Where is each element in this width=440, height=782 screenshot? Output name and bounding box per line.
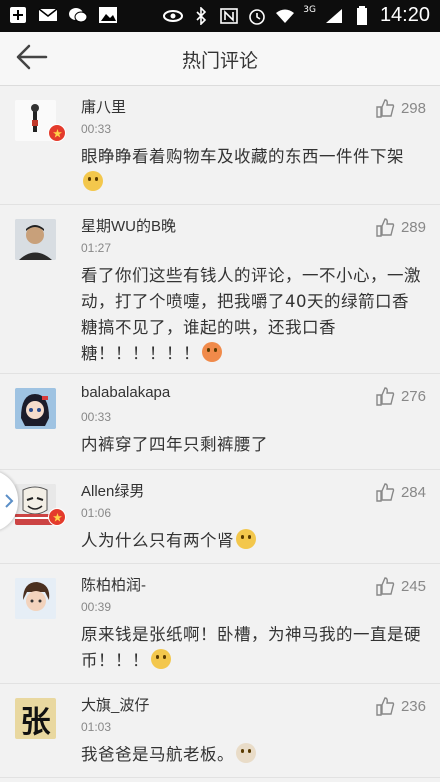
add-icon — [8, 6, 28, 24]
like-button[interactable]: 289 — [375, 217, 426, 237]
title-bar: 热门评论 — [0, 32, 440, 86]
comment-time: 00:39 — [81, 600, 112, 614]
comment-text: 人为什么只有两个肾 — [81, 528, 421, 554]
like-button[interactable]: 245 — [375, 576, 426, 596]
thumbs-up-icon — [376, 577, 395, 596]
username[interactable]: 庸八里 — [81, 96, 126, 117]
avatar-character: 张 — [20, 704, 51, 740]
like-button[interactable]: 284 — [375, 482, 426, 502]
comment-text: 内裤穿了四年只剩裤腰了 — [81, 432, 421, 458]
comment-time: 00:33 — [81, 122, 112, 136]
like-button[interactable]: 276 — [375, 386, 426, 406]
like-count: 289 — [400, 218, 426, 236]
chevron-right-icon — [5, 494, 14, 508]
signal-icon — [324, 7, 344, 25]
username[interactable]: Allen绿男 — [81, 480, 144, 501]
comment-item: 星期WU的B晚 01:27 289 看了你们这些有钱人的评论，一不小心，一激动，… — [0, 205, 440, 374]
username[interactable]: 大旗_波仔 — [81, 694, 149, 715]
avatar[interactable] — [15, 219, 56, 260]
comment-item: 张 大旗_波仔 01:03 236 我爸爸是马航老板。 — [0, 684, 440, 778]
like-button[interactable]: 236 — [375, 696, 426, 716]
like-count: 298 — [400, 99, 426, 117]
avatar[interactable] — [15, 388, 56, 429]
emoji-face-icon — [151, 649, 171, 669]
battery-icon — [352, 5, 372, 25]
thumbs-up-icon — [376, 99, 395, 118]
comment-text: 看了你们这些有钱人的评论，一不小心，一激动，打了个喷嚏，把我嚼了40天的绿箭口香… — [81, 263, 421, 367]
eye-icon — [163, 7, 184, 25]
emoji-face-icon — [202, 342, 222, 362]
thumbs-up-icon — [376, 218, 395, 237]
gallery-icon — [98, 6, 118, 24]
like-button[interactable]: 298 — [375, 98, 426, 118]
wifi-icon — [275, 7, 295, 25]
vip-badge — [48, 508, 66, 526]
thumbs-up-icon — [376, 387, 395, 406]
avatar[interactable]: 张 — [15, 698, 56, 739]
comment-text-content: 原来钱是张纸啊！卧槽，为神马我的一直是硬币！！！ — [81, 625, 421, 670]
comment-text-content: 眼睁睁看着购物车及收藏的东西一件件下架 — [81, 147, 404, 166]
comment-text-content: 人为什么只有两个肾 — [81, 531, 234, 550]
comment-item: 陈柏柏润- 00:39 245 原来钱是张纸啊！卧槽，为神马我的一直是硬币！！！ — [0, 564, 440, 684]
comment-text: 眼睁睁看着购物车及收藏的东西一件件下架 — [81, 144, 421, 196]
comment-text: 原来钱是张纸啊！卧槽，为神马我的一直是硬币！！！ — [81, 622, 421, 674]
like-count: 236 — [400, 697, 426, 715]
clock: 14:20 — [379, 4, 430, 26]
emoji-face-icon — [83, 171, 103, 191]
bluetooth-icon — [191, 6, 211, 25]
mail-icon — [38, 6, 58, 24]
comment-item: 庸八里 00:33 298 眼睁睁看着购物车及收藏的东西一件件下架 — [0, 86, 440, 205]
comment-time: 00:33 — [81, 410, 112, 424]
vip-badge — [48, 124, 66, 142]
comment-list: 庸八里 00:33 298 眼睁睁看着购物车及收藏的东西一件件下架 星期WU的B… — [0, 86, 440, 778]
username[interactable]: 陈柏柏润- — [81, 574, 146, 595]
username[interactable]: 星期WU的B晚 — [81, 215, 176, 236]
page-title: 热门评论 — [181, 50, 258, 72]
system-icons: 3G 14:20 — [163, 4, 430, 27]
comment-text: 我爸爸是马航老板。 — [81, 742, 421, 768]
status-bar: 3G 14:20 — [0, 0, 440, 32]
comment-text-content: 我爸爸是马航老板。 — [81, 745, 234, 764]
wechat-icon — [68, 6, 88, 24]
notification-icons — [8, 6, 118, 24]
alarm-icon — [247, 7, 267, 25]
username[interactable]: balabalakapa — [81, 384, 170, 401]
nfc-icon — [219, 7, 239, 25]
thumbs-up-icon — [376, 483, 395, 502]
thumbs-up-icon — [376, 697, 395, 716]
emoji-face-icon — [236, 743, 256, 763]
comment-time: 01:27 — [81, 241, 112, 255]
like-count: 245 — [400, 577, 426, 595]
emoji-face-icon — [236, 529, 256, 549]
avatar[interactable] — [15, 578, 56, 619]
network-type: 3G — [303, 4, 316, 15]
comment-item: balabalakapa 00:33 276 内裤穿了四年只剩裤腰了 — [0, 374, 440, 470]
comment-text-content: 看了你们这些有钱人的评论，一不小心，一激动，打了个喷嚏，把我嚼了40天的绿箭口香… — [81, 266, 421, 363]
comment-time: 01:06 — [81, 506, 112, 520]
comment-text-content: 内裤穿了四年只剩裤腰了 — [81, 435, 268, 454]
like-count: 276 — [400, 387, 426, 405]
comment-item: Allen绿男 01:06 284 人为什么只有两个肾 — [0, 470, 440, 564]
like-count: 284 — [400, 483, 426, 501]
comment-time: 01:03 — [81, 720, 112, 734]
